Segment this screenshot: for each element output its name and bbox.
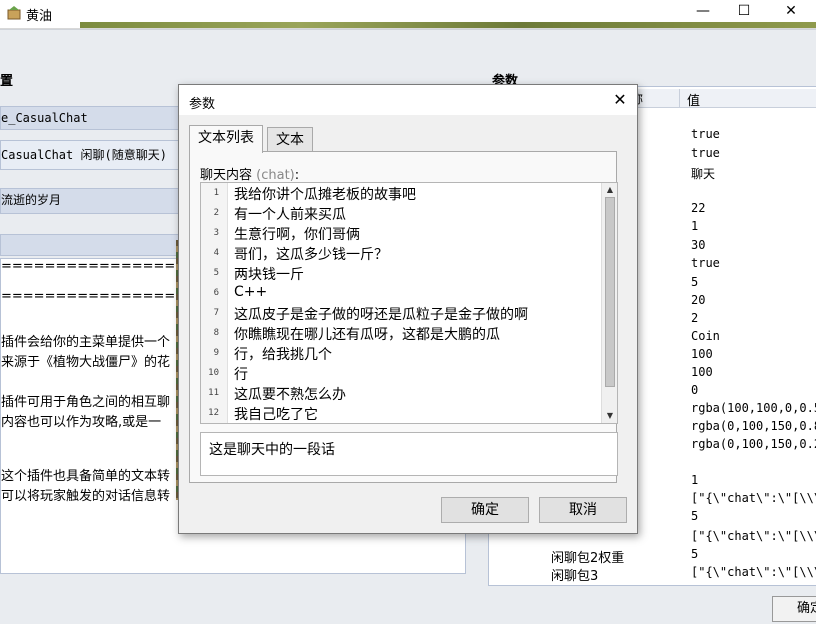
window-title: 黄油 — [26, 9, 53, 24]
editor-line[interactable]: 6 C++ — [201, 283, 601, 303]
tab-panel: 聊天内容 (chat): 1 我给你讲个瓜摊老板的故事吧 2 有一个人前来买瓜 3 生… — [189, 151, 618, 483]
dialog-title: 参数 — [189, 97, 216, 112]
scroll-up-icon[interactable]: ▲ — [602, 183, 617, 197]
parameter-name: 闲聊包3 — [551, 569, 599, 584]
parameter-row[interactable]: 闲聊包3 ["{\"chat\":\"[\\\"\ — [489, 565, 816, 584]
editor-line-text: 我给你讲个瓜摊老板的故事吧 — [234, 187, 416, 203]
parameter-value: 5 — [691, 275, 699, 289]
line-number: 6 — [213, 288, 219, 298]
main-ok-button[interactable]: 确定 — [772, 596, 816, 622]
line-number: 8 — [213, 328, 219, 338]
editor-line-text: 行 — [234, 367, 248, 383]
game-terrain-strip — [80, 22, 816, 28]
dialog-cancel-button[interactable]: 取消 — [539, 497, 627, 523]
line-number: 11 — [208, 388, 219, 398]
editor-line-text: 你瞧瞧现在哪儿还有瓜呀，这都是大鹏的瓜 — [234, 327, 500, 343]
line-number: 1 — [213, 188, 219, 198]
editor-line-text: 这瓜皮子是金子做的呀还是瓜粒子是金子做的啊 — [234, 307, 528, 323]
line-number: 7 — [213, 308, 219, 318]
help-line: 可以将玩家触发的对话信息转 — [1, 489, 171, 504]
line-number: 5 — [213, 268, 219, 278]
parameter-value: 100 — [691, 365, 713, 379]
parameter-value: 0 — [691, 383, 699, 397]
editor-line-text: 哥们，这瓜多少钱一斤？ — [234, 247, 388, 263]
field-label-key: (chat) — [256, 168, 295, 183]
editor-line[interactable]: 5 两块钱一斤 — [201, 263, 601, 283]
tab-text-list[interactable]: 文本列表 — [189, 125, 263, 153]
window-titlebar: 黄油 — ☐ ✕ — [0, 0, 816, 29]
parameter-value: true — [691, 127, 720, 141]
dialog-ok-button[interactable]: 确定 — [441, 497, 529, 523]
editor-line[interactable]: 3 生意行啊，你们哥俩 — [201, 223, 601, 243]
line-number: 10 — [208, 368, 219, 378]
line-number: 3 — [213, 228, 219, 238]
parameter-value: 20 — [691, 293, 706, 307]
editor-line-text: 这瓜要不熟怎么办 — [234, 387, 346, 403]
editor-line[interactable]: 2 有一个人前来买瓜 — [201, 203, 601, 223]
editor-line[interactable]: 12 我自己吃了它 — [201, 403, 601, 423]
editor-line[interactable]: 9 行，给我挑几个 — [201, 343, 601, 363]
help-line: 来源于《植物大战僵尸》的花 — [1, 355, 171, 370]
help-line: 内容也可以作为攻略,或是一 — [1, 415, 162, 430]
editor-line-text: 有一个人前来买瓜 — [234, 207, 346, 223]
window-close-button[interactable]: ✕ — [768, 0, 814, 22]
tab-text[interactable]: 文本 — [267, 127, 313, 153]
help-line: 插件可用于角色之间的相互聊 — [1, 395, 171, 410]
parameter-value: 5 — [691, 547, 699, 561]
editor-line-text: 我自己吃了它 — [234, 407, 318, 423]
parameter-value: rgba(0,100,150,0.8) — [691, 419, 816, 433]
line-number: 4 — [213, 248, 219, 258]
parameter-value: rgba(100,100,0,0.5) — [691, 401, 816, 415]
editor-line-text: 行，给我挑几个 — [234, 347, 332, 363]
parameter-value: rgba(0,100,150,0.2) — [691, 437, 816, 451]
dialog-titlebar: 参数 ✕ — [179, 85, 637, 115]
editor-line-text: 两块钱一斤 — [234, 267, 304, 283]
chat-text-editor[interactable]: 1 我给你讲个瓜摊老板的故事吧 2 有一个人前来买瓜 3 生意行啊，你们哥俩 4 哥们，… — [200, 182, 618, 424]
field-label: 聊天内容 (chat): — [200, 164, 299, 183]
column-separator — [679, 89, 680, 107]
parameter-value: Coin — [691, 329, 720, 343]
parameter-name: 闲聊包2权重 — [551, 551, 625, 566]
parameter-value: 2 — [691, 311, 699, 325]
parameter-value: true — [691, 256, 720, 270]
parameter-value: 22 — [691, 201, 706, 215]
help-line: 插件会给你的主菜单提供一个 — [1, 335, 171, 350]
app-icon — [7, 6, 21, 20]
help-line: 这个插件也具备简单的文本转 — [1, 469, 171, 484]
parameter-value: ["{\"chat\":\"[\\\"不 — [691, 529, 816, 543]
parameter-value: ["{\"chat\":\"[\\\"\ — [691, 491, 816, 505]
editor-line[interactable]: 8 你瞧瞧现在哪儿还有瓜呀，这都是大鹏的瓜 — [201, 323, 601, 343]
scrollbar-thumb[interactable] — [605, 197, 615, 387]
minimize-button[interactable]: — — [680, 0, 726, 22]
editor-line[interactable]: 11 这瓜要不熟怎么办 — [201, 383, 601, 403]
parameter-value: true — [691, 146, 720, 160]
field-label-name: 聊天内容 — [200, 168, 253, 183]
parameter-row[interactable]: 闲聊包2权重 5 — [489, 547, 816, 566]
editor-line[interactable]: 4 哥们，这瓜多少钱一斤？ — [201, 243, 601, 263]
parameter-value: ["{\"chat\":\"[\\\"\ — [691, 565, 816, 579]
scroll-down-icon[interactable]: ▼ — [602, 409, 617, 423]
editor-line-text: 生意行啊，你们哥俩 — [234, 227, 360, 243]
editor-line[interactable]: 1 我给你讲个瓜摊老板的故事吧 — [201, 183, 601, 203]
editor-line[interactable]: 7 这瓜皮子是金子做的呀还是瓜粒子是金子做的啊 — [201, 303, 601, 323]
parameter-value: 100 — [691, 347, 713, 361]
editor-line-text: C++ — [234, 284, 268, 300]
editor-scrollbar[interactable]: ▲ ▼ — [601, 183, 617, 423]
parameter-dialog: 参数 ✕ 文本列表 文本 聊天内容 (chat): 1 我给你讲个瓜摊老板的故事吧… — [178, 84, 638, 534]
line-number: 12 — [208, 408, 219, 418]
line-number: 2 — [213, 208, 219, 218]
editor-line[interactable]: 10 行 — [201, 363, 601, 383]
parameter-value: 1 — [691, 473, 699, 487]
field-description: 这是聊天中的一段话 — [200, 432, 618, 476]
line-number: 9 — [213, 348, 219, 358]
field-label-colon: : — [294, 168, 300, 183]
dialog-close-icon[interactable]: ✕ — [607, 89, 633, 111]
parameter-value: 聊天 — [691, 167, 716, 181]
parameter-value: 1 — [691, 219, 699, 233]
maximize-button[interactable]: ☐ — [721, 0, 767, 22]
left-panel-heading: 置 — [0, 74, 14, 89]
parameter-value: 5 — [691, 509, 699, 523]
parameter-value: 30 — [691, 238, 706, 252]
